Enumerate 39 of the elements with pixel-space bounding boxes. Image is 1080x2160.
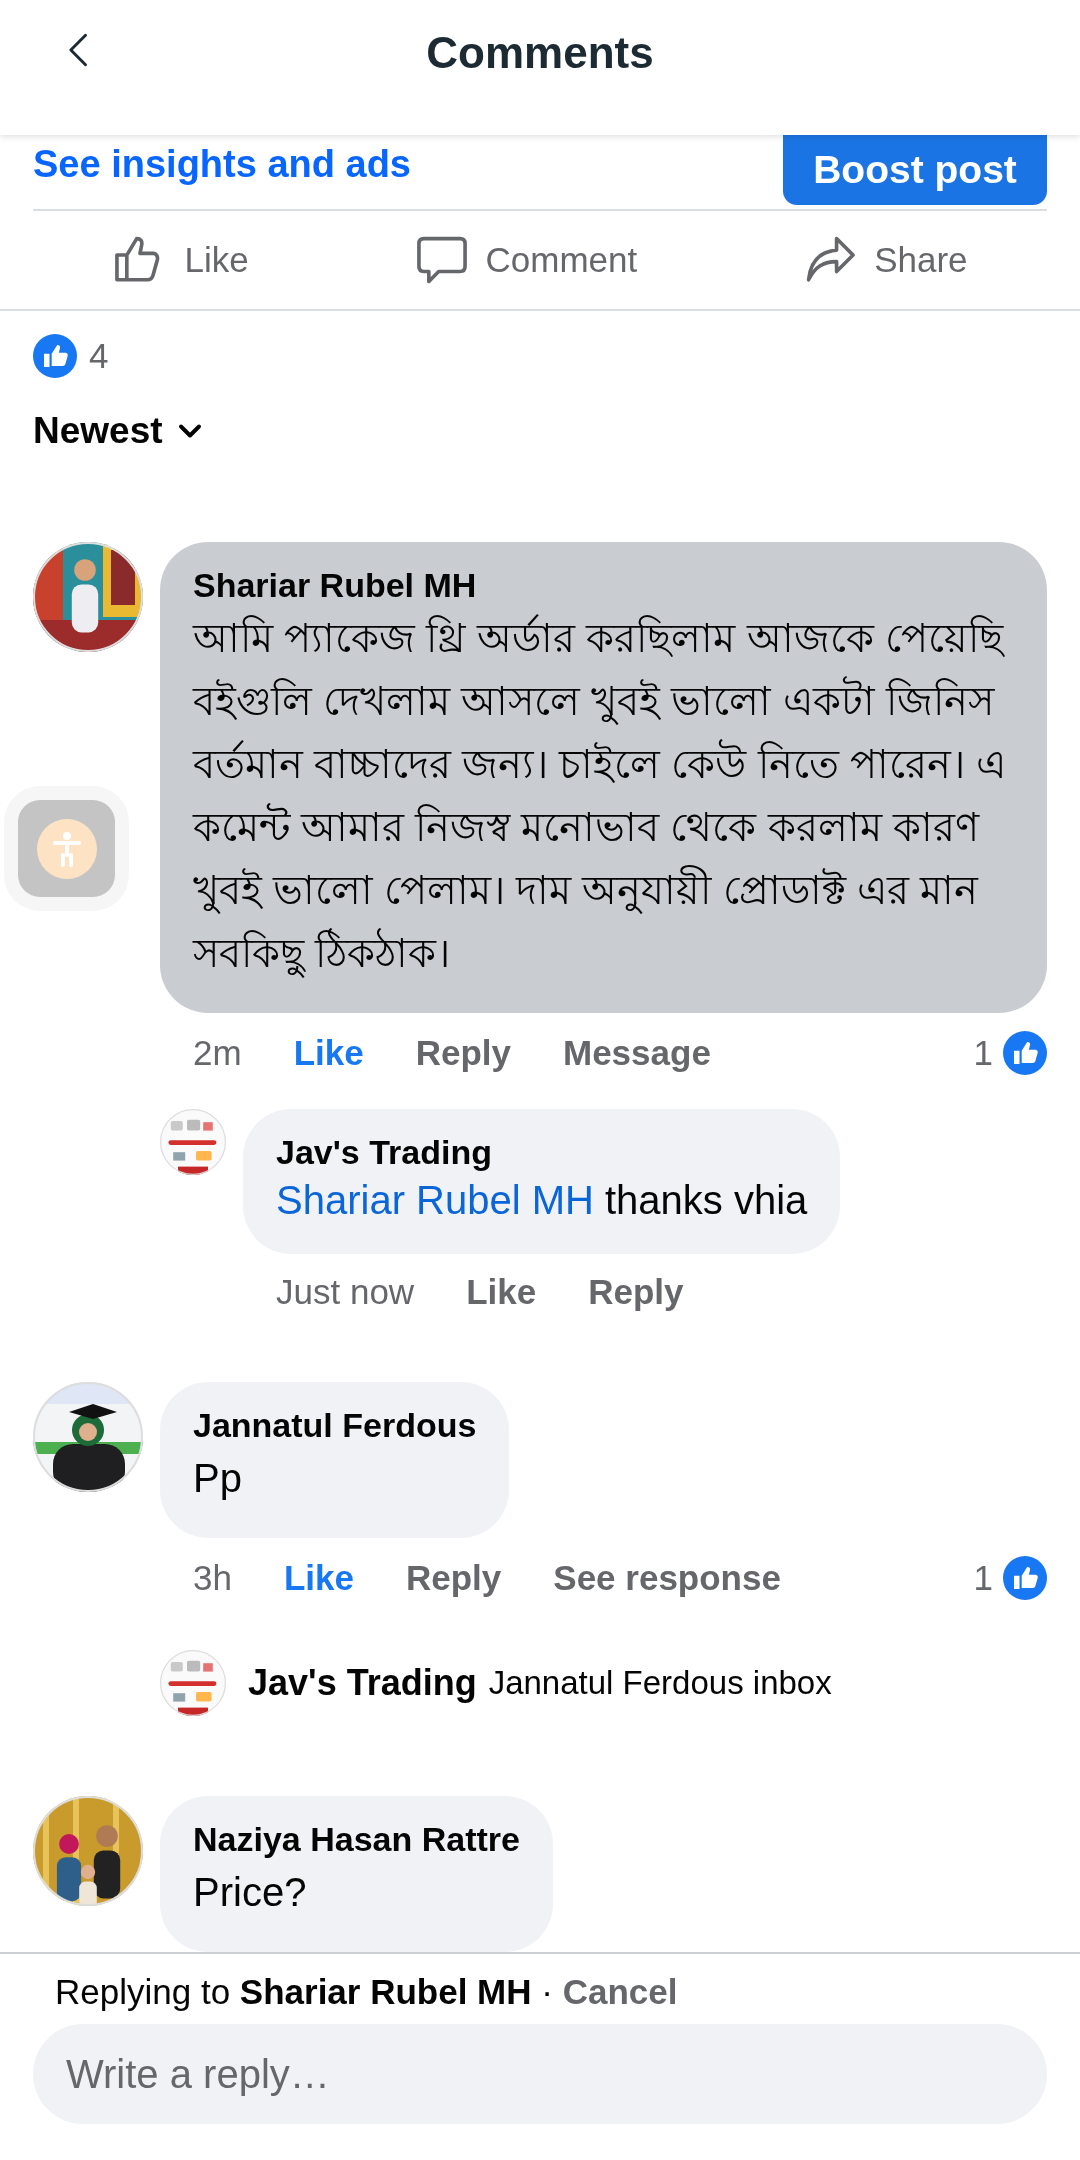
comment-action-button[interactable]: Comment [413,232,638,289]
like-reaction-icon [1003,1556,1047,1600]
sort-dropdown[interactable]: Newest [33,410,205,452]
reaction-count: 1 [973,1558,993,1598]
reply-preview-text: Jannatul Ferdous inbox [488,1664,832,1702]
comment-action-link[interactable]: Message [563,1033,711,1073]
commenter-name[interactable]: Naziya Hasan Rattre [193,1820,520,1859]
comment-text: Price? [193,1869,308,1916]
comment-text: Pp [193,1455,243,1502]
comment-time: Just now [276,1272,415,1312]
reply-link[interactable]: Reply [415,1033,511,1073]
like-action-button[interactable]: Like [112,232,249,289]
share-action-button[interactable]: Share [802,232,968,289]
reply-text: Shariar Rubel MH thanks vhia [276,1177,808,1224]
reaction-count: 4 [89,335,109,376]
commenter-name[interactable]: Jav's Trading [248,1662,477,1704]
comment-action-link[interactable]: See response [553,1558,781,1598]
like-link[interactable]: Like [293,1033,364,1073]
comment-time: 3h [193,1558,232,1598]
reply-link[interactable]: Reply [406,1558,502,1598]
boost-post-button[interactable]: Boost post [783,135,1047,205]
like-link[interactable]: Like [466,1272,537,1312]
replying-to-text: Replying to Shariar Rubel MH · Cancel [54,1971,679,2013]
like-reaction-icon [1003,1031,1047,1075]
comment-time: 2m [193,1033,242,1073]
mention-link[interactable]: Shariar Rubel MH [276,1178,594,1222]
accessibility-icon [36,818,97,879]
reaction-count: 1 [973,1033,993,1073]
commenter-name[interactable]: Jav's Trading [276,1133,808,1172]
commenter-name[interactable]: Jannatul Ferdous [193,1406,477,1445]
like-link[interactable]: Like [283,1558,354,1598]
reply-link[interactable]: Reply [588,1272,684,1312]
page-title: Comments [426,27,654,78]
like-reaction-icon [33,333,77,378]
insights-link[interactable]: See insights and ads [33,135,411,210]
comment-text: আমি প্যাকেজ থ্রি অর্ডার করছিলাম আজকে পেয়েছি বইগুলি দেখলাম আসলে খুবই ভালো একটা জিনিস বর্তমান বাচ্চাদের জন্য। চাইলে কেউ নিতে পারেন। এ কমেন্ট আমার নিজস্ব মনোভাব থেকে করলাম কারণ খুবই ভালো পেলাম। দাম অনুযায়ী প্রোডাক্ট এর মান সবকিছু ঠিকঠাক। [193,607,1014,985]
commenter-name[interactable]: Shariar Rubel MH [193,566,1014,605]
reply-input-field[interactable]: Write a reply… [33,2024,1047,2124]
cancel-link[interactable]: Cancel [562,1972,678,2011]
